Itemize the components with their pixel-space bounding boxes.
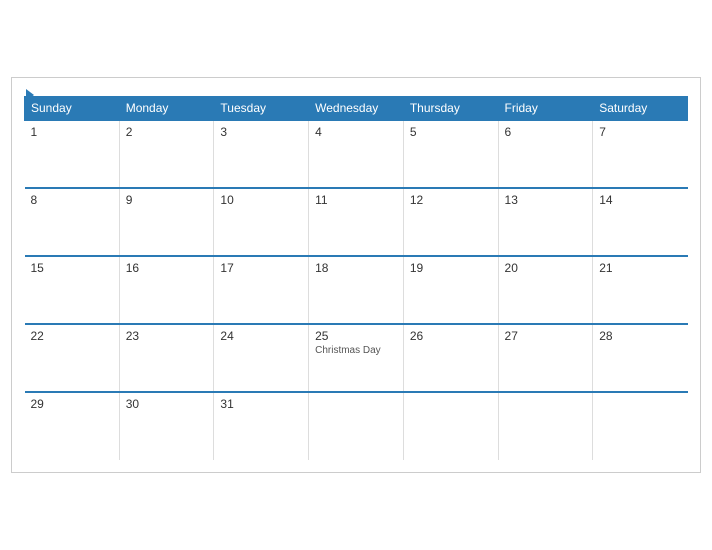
day-cell: 25 Christmas Day <box>309 324 404 392</box>
calendar-thead: SundayMondayTuesdayWednesdayThursdayFrid… <box>25 97 688 121</box>
day-number: 23 <box>126 329 208 343</box>
weekday-header-sunday: Sunday <box>25 97 120 121</box>
day-number: 26 <box>410 329 492 343</box>
day-number: 28 <box>599 329 681 343</box>
day-number: 17 <box>220 261 302 275</box>
day-number: 15 <box>31 261 113 275</box>
weekday-header-tuesday: Tuesday <box>214 97 309 121</box>
day-cell: 9 <box>119 188 214 256</box>
day-cell: 12 <box>403 188 498 256</box>
day-cell: 17 <box>214 256 309 324</box>
day-number: 30 <box>126 397 208 411</box>
day-cell: 26 <box>403 324 498 392</box>
logo-blue-text <box>24 88 34 101</box>
day-cell: 18 <box>309 256 404 324</box>
day-number: 13 <box>505 193 587 207</box>
week-row-3: 15 16 17 18 19 20 21 <box>25 256 688 324</box>
day-cell: 21 <box>593 256 688 324</box>
day-number: 31 <box>220 397 302 411</box>
day-cell: 29 <box>25 392 120 460</box>
weekday-header-monday: Monday <box>119 97 214 121</box>
day-number: 4 <box>315 125 397 139</box>
logo-triangle-icon <box>26 89 34 101</box>
day-cell: 22 <box>25 324 120 392</box>
day-number: 3 <box>220 125 302 139</box>
day-cell: 6 <box>498 120 593 188</box>
logo <box>24 88 34 101</box>
day-cell: 27 <box>498 324 593 392</box>
calendar-table: SundayMondayTuesdayWednesdayThursdayFrid… <box>24 96 688 460</box>
holiday-label: Christmas Day <box>315 345 397 356</box>
day-number: 5 <box>410 125 492 139</box>
day-number: 21 <box>599 261 681 275</box>
weekday-header-wednesday: Wednesday <box>309 97 404 121</box>
day-cell: 10 <box>214 188 309 256</box>
day-number: 10 <box>220 193 302 207</box>
day-cell: 15 <box>25 256 120 324</box>
week-row-1: 1234567 <box>25 120 688 188</box>
day-cell: 3 <box>214 120 309 188</box>
day-cell: 5 <box>403 120 498 188</box>
day-number: 27 <box>505 329 587 343</box>
day-cell: 7 <box>593 120 688 188</box>
week-row-4: 22 23 24 25 Christmas Day 26 27 28 <box>25 324 688 392</box>
weekday-header-thursday: Thursday <box>403 97 498 121</box>
day-cell: 19 <box>403 256 498 324</box>
day-number: 19 <box>410 261 492 275</box>
day-number: 11 <box>315 193 397 207</box>
day-cell: 24 <box>214 324 309 392</box>
day-cell: 1 <box>25 120 120 188</box>
day-cell: 30 <box>119 392 214 460</box>
calendar-tbody: 1234567891011121314151617181920212223242… <box>25 120 688 460</box>
day-cell: 14 <box>593 188 688 256</box>
day-cell: 11 <box>309 188 404 256</box>
day-cell <box>498 392 593 460</box>
day-cell: 2 <box>119 120 214 188</box>
day-number: 8 <box>31 193 113 207</box>
day-number: 24 <box>220 329 302 343</box>
day-number: 7 <box>599 125 681 139</box>
day-cell: 4 <box>309 120 404 188</box>
day-cell: 8 <box>25 188 120 256</box>
calendar-container: SundayMondayTuesdayWednesdayThursdayFrid… <box>11 77 701 473</box>
day-number: 18 <box>315 261 397 275</box>
day-number: 1 <box>31 125 113 139</box>
day-cell: 13 <box>498 188 593 256</box>
day-number: 16 <box>126 261 208 275</box>
weekday-header-friday: Friday <box>498 97 593 121</box>
day-number: 25 <box>315 329 397 343</box>
week-row-2: 89 10 11 12 13 14 <box>25 188 688 256</box>
day-number: 29 <box>31 397 113 411</box>
day-number: 2 <box>126 125 208 139</box>
day-cell <box>403 392 498 460</box>
weekday-header-saturday: Saturday <box>593 97 688 121</box>
week-row-5: 29 30 31 <box>25 392 688 460</box>
day-number: 20 <box>505 261 587 275</box>
day-number: 12 <box>410 193 492 207</box>
day-cell: 23 <box>119 324 214 392</box>
day-cell <box>309 392 404 460</box>
day-cell <box>593 392 688 460</box>
day-cell: 20 <box>498 256 593 324</box>
day-cell: 16 <box>119 256 214 324</box>
day-cell: 31 <box>214 392 309 460</box>
day-number: 9 <box>126 193 208 207</box>
day-cell: 28 <box>593 324 688 392</box>
day-number: 14 <box>599 193 681 207</box>
day-number: 6 <box>505 125 587 139</box>
weekday-header-row: SundayMondayTuesdayWednesdayThursdayFrid… <box>25 97 688 121</box>
day-number: 22 <box>31 329 113 343</box>
